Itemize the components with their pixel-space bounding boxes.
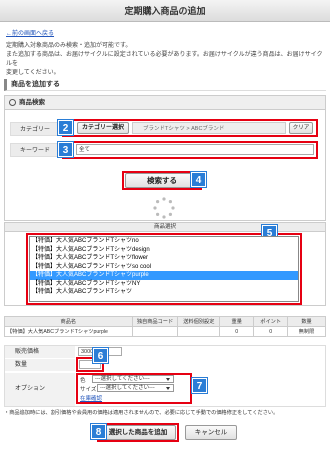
product-select-heading: 商品選択: [4, 222, 326, 232]
product-table: 商品名 独自商品コード 送料個別設定 重量 ポイント 数量 【特価】大人気ABC…: [4, 316, 326, 337]
cell-shipping: [177, 326, 221, 337]
footer-note: ・商品追加時には、割引価格や会員用の価格は適用されませんので、必要に応じて手動で…: [4, 410, 279, 416]
step-badge-3: 3: [58, 142, 73, 157]
col-header: 送料個別設定: [177, 316, 221, 327]
product-option[interactable]: 【特価】大人気ABCブランドTシャツNY: [30, 280, 298, 289]
product-option[interactable]: 【特価】大人気ABCブランドTシャツdesign: [30, 246, 298, 255]
product-option-selected[interactable]: 【特価】大人気ABCブランドTシャツpurple: [30, 271, 298, 280]
cell-code: [131, 326, 179, 337]
section-heading: 商品を追加する: [4, 79, 326, 91]
price-label: 販売価格: [5, 346, 75, 358]
col-header: ポイント: [253, 316, 289, 327]
col-header: 商品名: [4, 316, 133, 327]
option-label: オプション: [5, 373, 75, 406]
page-title: 定期購入商品の追加: [124, 6, 206, 16]
chevron-down-icon: [166, 387, 170, 390]
cancel-button[interactable]: キャンセル: [185, 425, 237, 440]
table-row: 【特価】大人気ABCブランドTシャツpurple 0 0 無制限: [4, 326, 326, 337]
col-header: 重量: [219, 316, 255, 327]
cell-weight: 0: [219, 326, 255, 337]
add-selected-product-button[interactable]: 選択した商品を追加: [100, 425, 176, 440]
instruction-note: 定期購入対象商品のみ検索・追加が可能です。 また追加する商品は、お届けサイクルに…: [6, 42, 324, 78]
cell-quantity: 無制限: [287, 326, 326, 337]
keyword-label: キーワード: [10, 143, 60, 157]
back-link[interactable]: ←前の画面へ戻る: [6, 28, 54, 37]
product-option[interactable]: 【特価】大人気ABCブランドTシャツflower: [30, 254, 298, 263]
search-panel-title: 商品検索: [19, 99, 45, 106]
stock-check-link[interactable]: 在庫確認: [80, 394, 102, 402]
option-size-label: サイズ: [80, 387, 97, 393]
option-color-label: 色: [80, 378, 86, 384]
search-icon: [9, 99, 16, 106]
option-size-select[interactable]: ---選択してください---: [97, 384, 174, 392]
step-badge-6: 6: [93, 348, 108, 363]
col-header: 独自商品コード: [131, 316, 179, 327]
category-select-button[interactable]: カテゴリー選択: [77, 122, 129, 134]
option-color-value: ---選択してください---: [95, 376, 150, 382]
note-line: また追加する商品は、お届けサイクルに設定されている必要があります。お届けサイクル…: [6, 52, 323, 67]
option-size-value: ---選択してください---: [100, 385, 155, 391]
note-line: 定期購入対象商品のみ検索・追加が可能です。: [6, 43, 132, 49]
category-label: カテゴリー: [10, 122, 60, 136]
step-badge-8: 8: [91, 424, 106, 439]
table-header-row: 商品名 独自商品コード 送料個別設定 重量 ポイント 数量: [4, 316, 326, 327]
quantity-label: 数量: [5, 359, 75, 371]
search-panel-heading: 商品検索: [5, 96, 325, 110]
product-option[interactable]: 【特価】大人気ABCブランドTシャツ: [30, 288, 298, 297]
step-badge-2: 2: [58, 120, 73, 135]
search-button[interactable]: 検索する: [125, 173, 199, 188]
category-value-field: ブランドTシャツ > ABCブランド: [132, 122, 286, 134]
cell-product-name: 【特価】大人気ABCブランドTシャツpurple: [4, 326, 133, 337]
product-option[interactable]: 【特価】大人気ABCブランドTシャツso cool: [30, 263, 298, 272]
step-badge-7: 7: [192, 378, 207, 393]
note-line: 変更してください。: [6, 70, 60, 76]
chevron-down-icon: [166, 378, 170, 381]
product-option[interactable]: 【特価】大人気ABCブランドTシャツno: [30, 237, 298, 246]
col-header: 数量: [287, 316, 326, 327]
title-bar: 定期購入商品の追加: [0, 0, 330, 22]
step-badge-4: 4: [191, 172, 206, 187]
keyword-input[interactable]: 全て: [76, 144, 314, 155]
product-listbox[interactable]: 【特価】大人気ABCブランドTシャツno 【特価】大人気ABCブランドTシャツd…: [29, 236, 299, 302]
loading-spinner-icon: [152, 196, 176, 220]
cell-point: 0: [253, 326, 289, 337]
option-color-select[interactable]: ---選択してください---: [92, 375, 174, 383]
clear-button[interactable]: クリア: [289, 122, 313, 134]
